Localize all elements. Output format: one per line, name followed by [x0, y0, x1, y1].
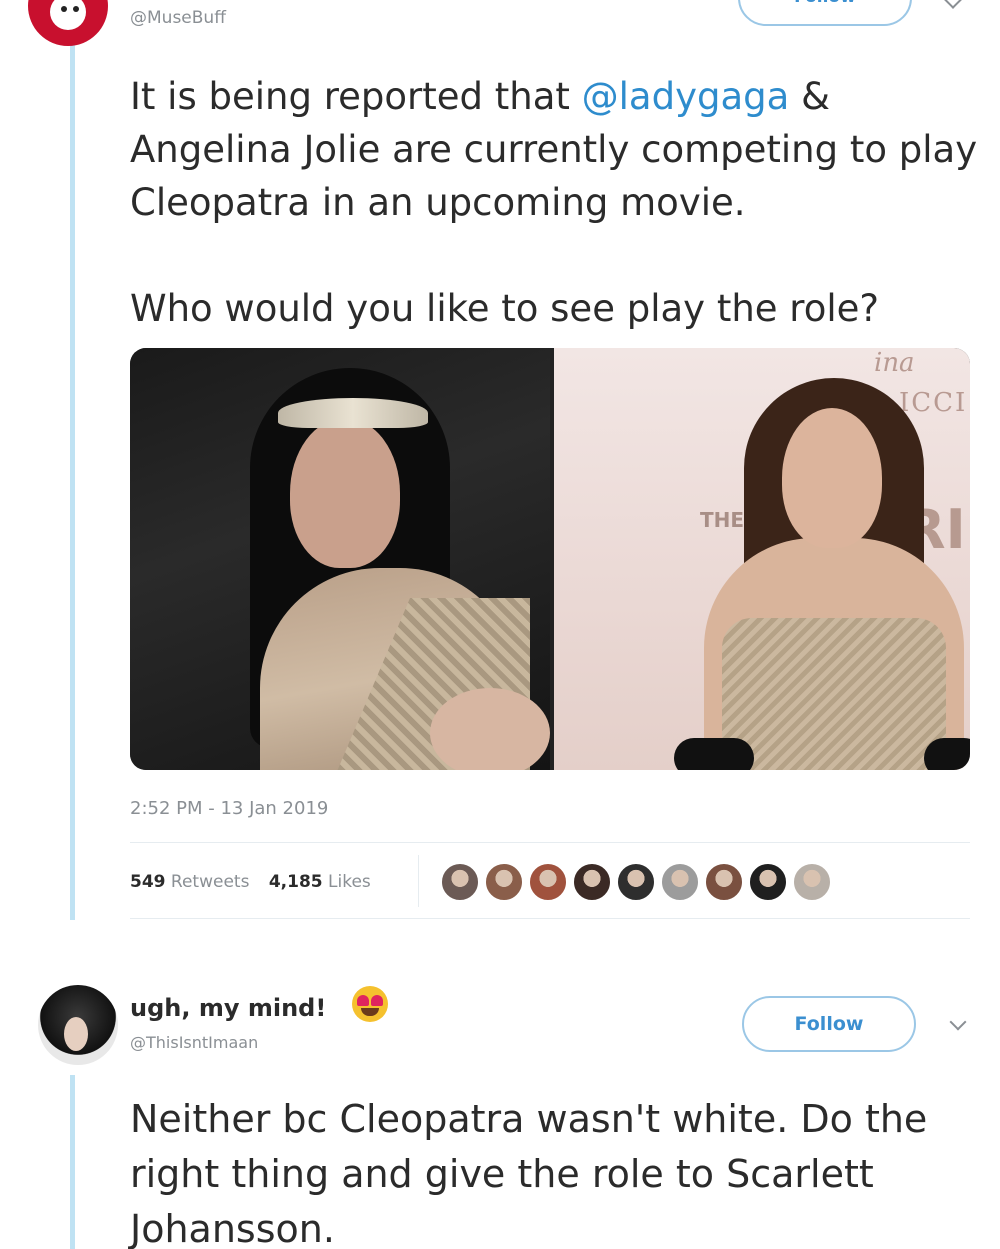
avatar-eye-icon	[73, 6, 79, 12]
photo-lady-gaga[interactable]	[130, 348, 550, 770]
heart-icon	[371, 995, 383, 1006]
follow-button[interactable]: Follow	[742, 996, 916, 1052]
tweet-text-before: It is being reported that	[130, 75, 582, 118]
liker-avatar[interactable]	[440, 862, 480, 902]
tweet-media[interactable]: ina ICCI RI THE	[130, 348, 970, 770]
likes-label[interactable]: Likes	[328, 872, 371, 892]
divider	[130, 842, 970, 843]
divider	[130, 918, 970, 919]
chevron-down-icon[interactable]	[943, 0, 963, 9]
mouth-icon	[361, 1008, 379, 1016]
liker-avatar[interactable]	[528, 862, 568, 902]
retweets-label[interactable]: Retweets	[171, 872, 250, 892]
tweet-timestamp[interactable]: 2:52 PM - 13 Jan 2019	[130, 798, 328, 819]
photo-face	[782, 408, 882, 548]
mention-link[interactable]: @ladygaga	[582, 75, 790, 118]
author-avatar[interactable]	[28, 0, 108, 46]
thread-line-reply	[70, 1075, 75, 1249]
liker-avatar[interactable]	[572, 862, 612, 902]
thread-line	[70, 40, 75, 920]
divider	[418, 855, 419, 907]
photo-hand	[430, 688, 550, 770]
liker-avatar[interactable]	[616, 862, 656, 902]
photo-dress	[722, 618, 946, 770]
heart-icon	[357, 995, 369, 1006]
photo-glove	[674, 738, 754, 770]
liker-avatar[interactable]	[704, 862, 744, 902]
liker-avatar[interactable]	[484, 862, 524, 902]
liker-avatar[interactable]	[748, 862, 788, 902]
avatar-face-icon	[50, 0, 86, 30]
heart-eyes-emoji-icon	[352, 986, 388, 1022]
author-handle[interactable]: @MuseBuff	[130, 8, 226, 28]
photo-glove	[924, 738, 970, 770]
follow-button-top[interactable]: Follow	[738, 0, 912, 26]
photo-tiara	[278, 398, 428, 428]
photo-angelina-jolie[interactable]: ina ICCI RI THE	[554, 348, 970, 770]
chevron-down-icon[interactable]	[949, 1013, 967, 1031]
liker-avatar[interactable]	[660, 862, 700, 902]
avatar-eye-icon	[61, 6, 67, 12]
backdrop-text-icci: ICCI	[899, 388, 968, 418]
tweet-text: It is being reported that @ladygaga & An…	[130, 70, 980, 229]
backdrop-text-ina: ina	[874, 348, 915, 378]
tweet-stats: 549 Retweets 4,185 Likes	[130, 872, 371, 892]
reply-avatar[interactable]	[38, 985, 118, 1065]
reply-display-name[interactable]: ugh, my mind!	[130, 994, 326, 1022]
avatar-face-icon	[64, 1017, 88, 1051]
liker-avatar[interactable]	[792, 862, 832, 902]
photo-face	[290, 418, 400, 568]
retweets-count[interactable]: 549	[130, 872, 166, 892]
reply-handle[interactable]: @ThisIsntImaan	[130, 1033, 258, 1052]
backdrop-text-the: THE	[700, 508, 745, 532]
likes-count[interactable]: 4,185	[269, 872, 323, 892]
liker-avatars[interactable]	[440, 862, 832, 902]
tweet-question: Who would you like to see play the role?	[130, 287, 880, 330]
reply-text: Neither bc Cleopatra wasn't white. Do th…	[130, 1097, 928, 1249]
